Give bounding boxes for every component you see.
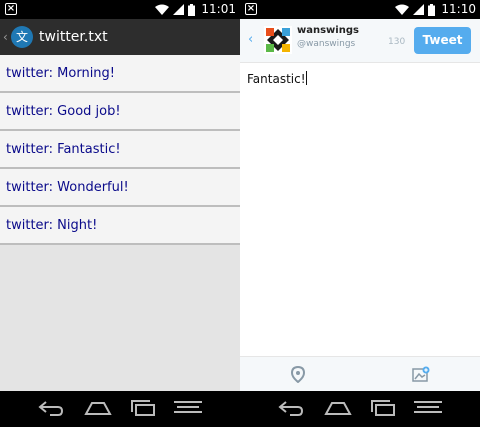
list-item[interactable]: twitter: Morning! bbox=[0, 55, 240, 93]
character-count: 130 bbox=[388, 37, 406, 47]
list-item[interactable]: twitter: Wonderful! bbox=[0, 169, 240, 207]
back-icon[interactable] bbox=[38, 400, 64, 416]
home-icon[interactable] bbox=[324, 400, 352, 416]
navigation-bar bbox=[240, 391, 480, 427]
battery-icon bbox=[188, 3, 196, 16]
file-title: twitter.txt bbox=[39, 29, 108, 45]
back-icon[interactable] bbox=[278, 400, 304, 416]
battery-icon bbox=[428, 3, 436, 16]
tweet-compose-field[interactable]: Fantastic! bbox=[247, 71, 473, 91]
signal-icon bbox=[413, 4, 425, 15]
list-item-text: twitter: Wonderful! bbox=[6, 179, 129, 195]
username: wanswings bbox=[297, 25, 359, 36]
compose-tweet-screen: × 11:10 ‹ wanswings @wanswings 130 Tweet… bbox=[240, 0, 480, 427]
signal-icon bbox=[173, 4, 185, 15]
home-icon[interactable] bbox=[84, 400, 112, 416]
text-viewer-screen: × 11:01 ‹ 文 twitter.txt twitter: Morning… bbox=[0, 0, 240, 427]
back-chevron-icon[interactable]: ‹ bbox=[248, 32, 253, 47]
list-item-text: twitter: Morning! bbox=[6, 65, 116, 81]
list-item[interactable]: twitter: Good job! bbox=[0, 93, 240, 131]
menu-icon[interactable] bbox=[174, 400, 202, 414]
list-item-text: twitter: Good job! bbox=[6, 103, 121, 119]
menu-icon[interactable] bbox=[414, 400, 442, 414]
compose-toolbar bbox=[240, 356, 480, 391]
status-icons: 11:10 bbox=[395, 2, 476, 17]
tweet-list: twitter: Morning! twitter: Good job! twi… bbox=[0, 55, 240, 245]
notification-icon: × bbox=[5, 3, 17, 15]
action-bar: ‹ 文 twitter.txt bbox=[0, 19, 240, 55]
text-cursor bbox=[305, 71, 307, 85]
wifi-icon bbox=[395, 4, 410, 15]
status-bar: × 11:01 bbox=[0, 0, 240, 19]
location-pin-icon[interactable] bbox=[291, 366, 305, 383]
list-item-text: twitter: Fantastic! bbox=[6, 141, 121, 157]
notification-icon: × bbox=[245, 3, 257, 15]
tweet-button[interactable]: Tweet bbox=[414, 27, 471, 54]
up-chevron-icon[interactable]: ‹ bbox=[3, 30, 10, 44]
status-time: 11:01 bbox=[201, 2, 236, 16]
avatar[interactable] bbox=[264, 26, 292, 54]
add-image-icon[interactable] bbox=[412, 366, 430, 382]
device-screens: × 11:01 ‹ 文 twitter.txt twitter: Morning… bbox=[0, 0, 480, 427]
list-item-text: twitter: Night! bbox=[6, 217, 98, 233]
app-icon[interactable]: 文 bbox=[11, 26, 33, 48]
status-bar: × 11:10 bbox=[240, 0, 480, 19]
user-handle: @wanswings bbox=[297, 39, 356, 49]
list-item[interactable]: twitter: Fantastic! bbox=[0, 131, 240, 169]
status-icons: 11:01 bbox=[155, 2, 236, 17]
recents-icon[interactable] bbox=[130, 400, 156, 416]
recents-icon[interactable] bbox=[370, 400, 396, 416]
list-item[interactable]: twitter: Night! bbox=[0, 207, 240, 245]
wifi-icon bbox=[155, 4, 170, 15]
compose-header: ‹ wanswings @wanswings 130 Tweet bbox=[240, 19, 480, 63]
status-time: 11:10 bbox=[441, 2, 476, 16]
account-info: wanswings @wanswings bbox=[297, 25, 359, 49]
navigation-bar bbox=[0, 391, 240, 427]
compose-text: Fantastic! bbox=[247, 72, 306, 86]
